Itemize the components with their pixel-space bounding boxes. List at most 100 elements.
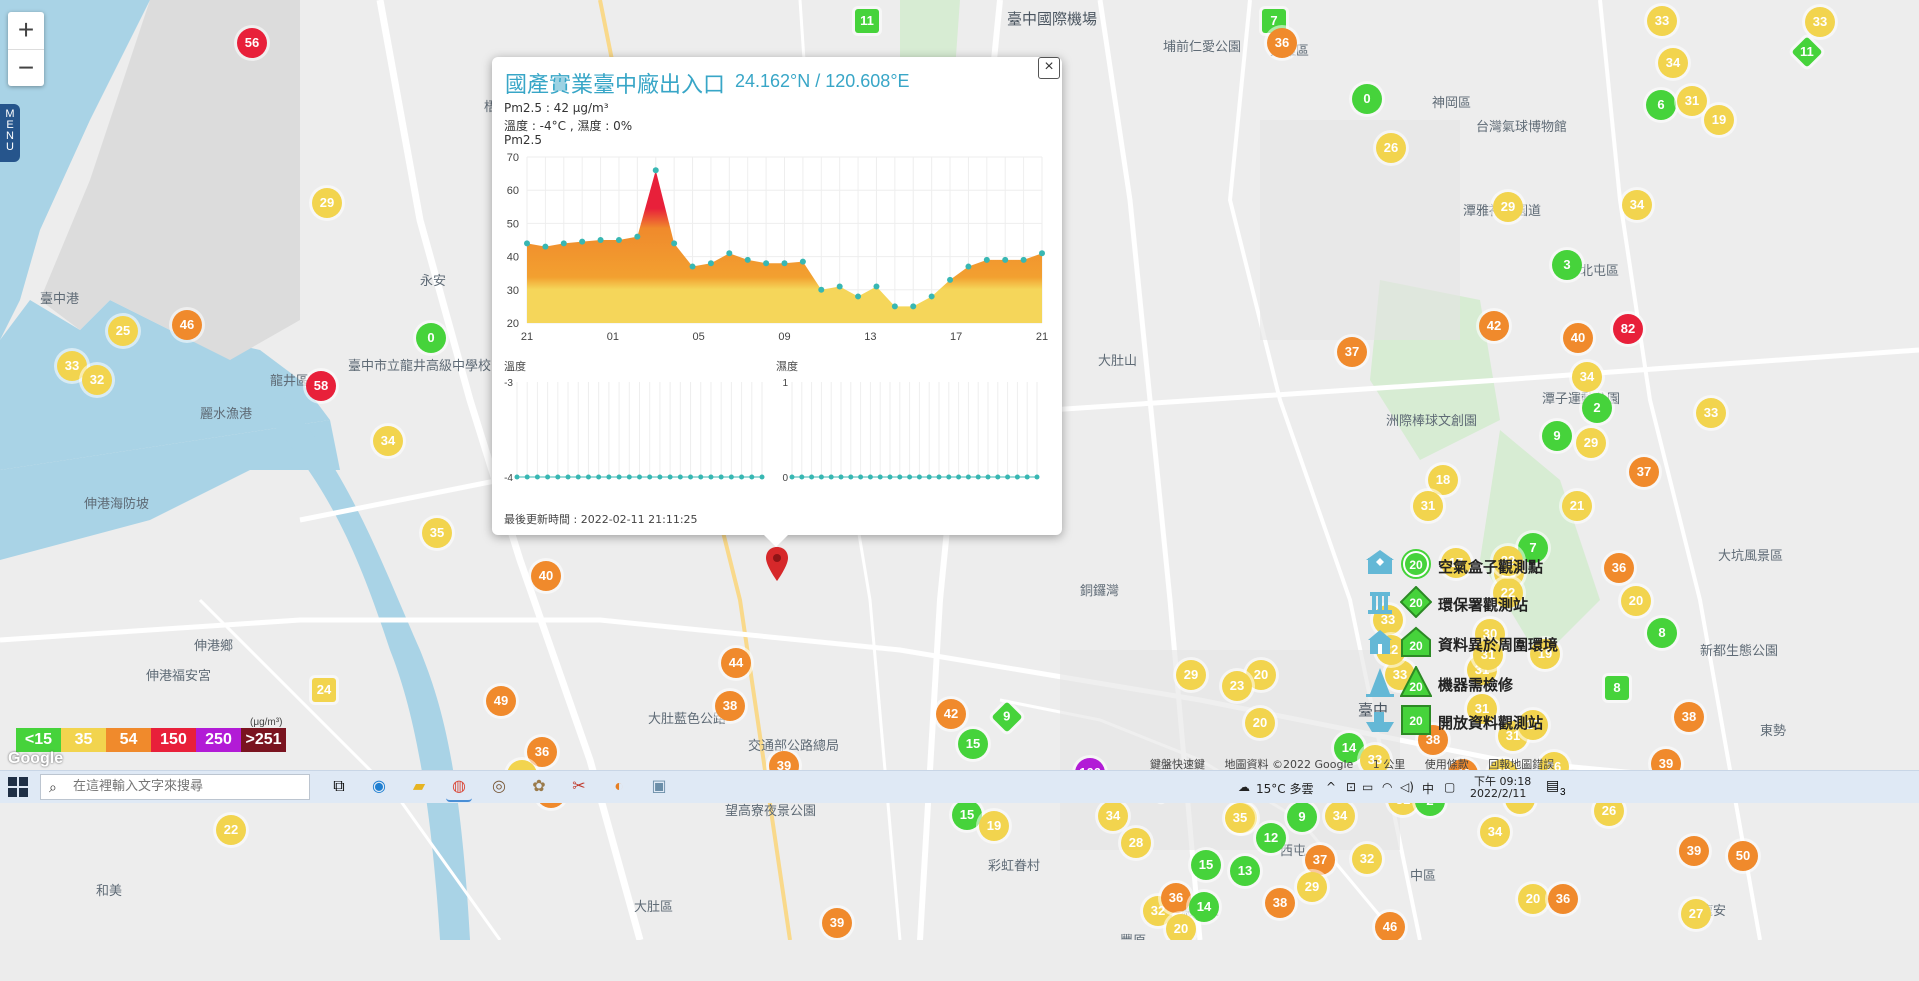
zoom-out-button[interactable]: − [8,50,44,87]
sensor-marker[interactable]: 58 [306,371,336,401]
sensor-marker[interactable]: 38 [1674,702,1704,732]
app-icon[interactable]: ◎ [486,774,512,800]
sensor-marker[interactable]: 37 [1305,845,1335,875]
sensor-marker[interactable]: 12 [1256,823,1286,853]
sensor-marker[interactable]: 40 [531,561,561,591]
sensor-marker[interactable]: 19 [979,811,1009,841]
blender-icon[interactable]: ◐ [606,774,632,800]
clock-date[interactable]: 2022/2/11 [1470,787,1526,800]
sensor-marker[interactable]: 33 [1805,7,1835,37]
sensor-marker[interactable]: 37 [1629,457,1659,487]
snipping-tool-icon[interactable]: ✂ [566,774,592,800]
sensor-marker[interactable]: 40 [1563,323,1593,353]
sensor-marker[interactable]: 0 [1352,84,1382,114]
sensor-marker[interactable]: 13 [1230,856,1260,886]
legend-item-maintenance[interactable]: 20 機器需檢修 [1350,666,1570,700]
sensor-marker[interactable]: 44 [721,648,751,678]
sensor-marker[interactable]: 15 [1191,850,1221,880]
menu-tab-button[interactable]: MENU [0,104,20,162]
sensor-marker[interactable]: 20 [1518,884,1548,914]
sensor-marker[interactable]: 29 [312,188,342,218]
sensor-marker[interactable]: 29 [1493,192,1523,222]
sensor-marker[interactable]: 56 [237,28,267,58]
sensor-marker[interactable]: 22 [216,815,246,845]
edge-icon[interactable]: ◉ [366,774,392,800]
sensor-marker[interactable]: 26 [1376,133,1406,163]
sensor-marker[interactable]: 29 [1576,428,1606,458]
legend-item-airbox[interactable]: 20 空氣盒子觀測點 [1350,548,1570,582]
sensor-marker[interactable]: 11 [855,9,879,33]
ime-indicator[interactable]: 中 [1422,780,1434,797]
legend-item-epa[interactable]: 20 環保署觀測站 [1350,586,1570,620]
sensor-marker[interactable]: 23 [1222,671,1252,701]
sensor-marker[interactable]: 36 [1548,884,1578,914]
sensor-marker[interactable]: 34 [1325,801,1355,831]
wifi-icon[interactable]: ◠ [1382,780,1392,794]
weather-text[interactable]: 15°C 多雲 [1256,780,1313,797]
search-input[interactable] [71,778,305,795]
sensor-marker[interactable]: 8 [1605,676,1629,700]
sensor-marker[interactable]: 29 [1297,872,1327,902]
sensor-marker[interactable]: 21 [1562,491,1592,521]
sensor-marker[interactable]: 27 [1681,899,1711,929]
notification-icon[interactable]: ▤ [1546,777,1559,794]
sensor-marker[interactable]: 31 [1677,86,1707,116]
sensor-marker[interactable]: 42 [936,699,966,729]
sensor-marker[interactable]: 20 [1166,914,1196,940]
chevron-up-icon[interactable]: ^ [1326,780,1336,794]
sensor-marker[interactable]: 19 [1704,105,1734,135]
sensor-marker[interactable]: 36 [1267,28,1297,58]
sensor-marker[interactable]: 39 [1679,836,1709,866]
weather-icon[interactable]: ☁ [1238,780,1250,794]
sensor-marker[interactable]: 35 [1225,803,1255,833]
sensor-marker[interactable]: 24 [312,678,336,702]
sensor-marker[interactable]: 82 [1613,314,1643,344]
sensor-marker[interactable]: 18 [1428,465,1458,495]
sensor-marker[interactable]: 50 [1728,841,1758,871]
sensor-marker[interactable]: 32 [1352,844,1382,874]
windows-start-icon[interactable] [8,777,28,797]
sensor-marker[interactable]: 46 [1375,912,1405,940]
file-explorer-icon[interactable]: ▰ [406,774,432,800]
battery-icon[interactable]: ▭ [1362,780,1373,794]
sensor-marker[interactable]: 34 [1622,190,1652,220]
sensor-marker[interactable]: 28 [1121,828,1151,858]
sensor-marker[interactable]: 8 [1647,618,1677,648]
sensor-marker[interactable]: 35 [422,518,452,548]
sensor-marker[interactable]: 15 [952,800,982,830]
sensor-marker[interactable]: 33 [1647,6,1677,36]
sensor-marker[interactable]: 42 [1479,311,1509,341]
sensor-marker[interactable]: 46 [172,310,202,340]
sensor-marker[interactable]: 39 [822,908,852,938]
app-tray-icon[interactable]: ⊡ [1346,780,1356,794]
sensor-marker[interactable]: 37 [1337,337,1367,367]
sensor-marker[interactable]: 9 [1542,421,1572,451]
app-icon[interactable]: ✿ [526,774,552,800]
sensor-marker[interactable]: 36 [1161,883,1191,913]
sensor-marker[interactable]: 34 [373,426,403,456]
sensor-marker[interactable]: 3 [1552,250,1582,280]
sensor-marker[interactable]: 6 [1646,90,1676,120]
sensor-marker[interactable]: 32 [82,365,112,395]
app-icon[interactable]: ▣ [646,774,672,800]
input-mode-icon[interactable]: ▢ [1444,780,1455,794]
sensor-marker[interactable]: 49 [486,686,516,716]
sensor-marker[interactable]: 34 [1480,817,1510,847]
sensor-marker[interactable]: 29 [1176,660,1206,690]
sensor-marker[interactable]: 34 [1098,801,1128,831]
sensor-marker[interactable]: 2 [1582,393,1612,423]
sensor-marker[interactable]: 20 [1245,708,1275,738]
sensor-marker[interactable]: 31 [1413,491,1443,521]
sensor-marker[interactable]: 25 [108,316,138,346]
sensor-marker[interactable]: 0 [416,323,446,353]
sensor-marker[interactable]: 33 [1696,398,1726,428]
taskbar-search[interactable]: ⌕ [40,774,310,800]
location-pin-icon[interactable] [766,547,788,586]
sensor-marker[interactable]: 34 [1572,362,1602,392]
legend-item-opendata[interactable]: 20 開放資料觀測站 [1350,704,1570,738]
sensor-marker[interactable]: 14 [1189,892,1219,922]
sensor-marker[interactable]: 38 [1265,888,1295,918]
sensor-marker[interactable]: 9 [1287,802,1317,832]
sensor-marker[interactable]: 15 [958,729,988,759]
zoom-in-button[interactable]: + [8,12,44,50]
